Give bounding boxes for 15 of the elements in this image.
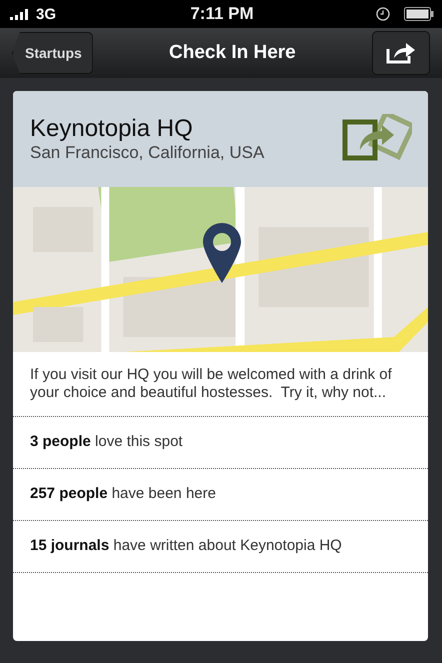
stat-text: 3 people love this spot bbox=[30, 433, 183, 450]
place-description: If you visit our HQ you will be welcomed with a drink of your choice and beautiful hostesses. Try it, why not... bbox=[13, 352, 428, 417]
screen-title: Check In Here bbox=[169, 42, 296, 64]
share-icon bbox=[385, 41, 417, 65]
network-label: 3G bbox=[36, 6, 56, 22]
battery-icon bbox=[404, 7, 434, 21]
status-time: 7:11 PM bbox=[190, 4, 254, 24]
place-name: Keynotopia HQ bbox=[30, 115, 194, 143]
map-pin-icon bbox=[203, 223, 241, 283]
share-button[interactable] bbox=[372, 31, 430, 75]
place-location: San Francisco, California, USA bbox=[30, 143, 264, 163]
stat-text: 257 people have been here bbox=[30, 485, 216, 502]
clock-icon bbox=[376, 7, 390, 21]
back-button[interactable]: Startups bbox=[12, 32, 93, 74]
stat-text: 15 journals have written about Keynotopia HQ bbox=[30, 537, 342, 554]
